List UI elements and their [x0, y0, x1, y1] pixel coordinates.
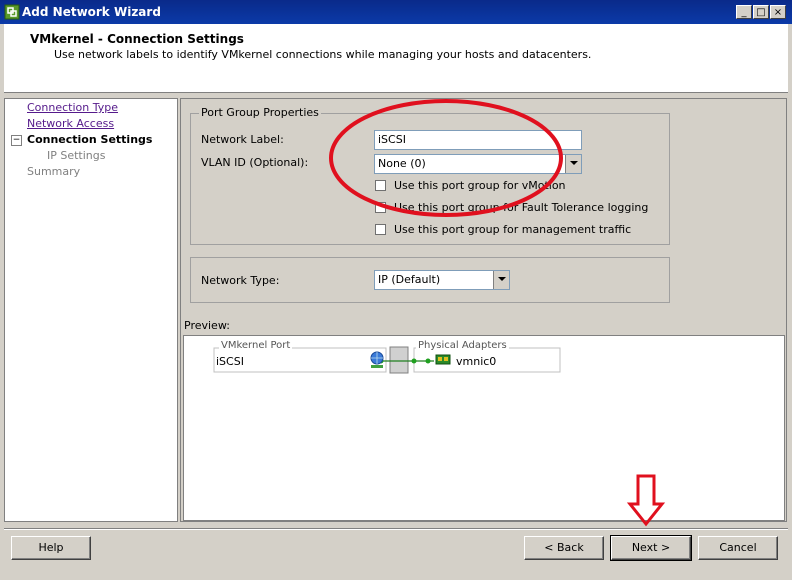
annotation-arrow [626, 474, 666, 527]
annotation-overlay [329, 99, 666, 527]
annotation-ellipse [329, 99, 563, 217]
